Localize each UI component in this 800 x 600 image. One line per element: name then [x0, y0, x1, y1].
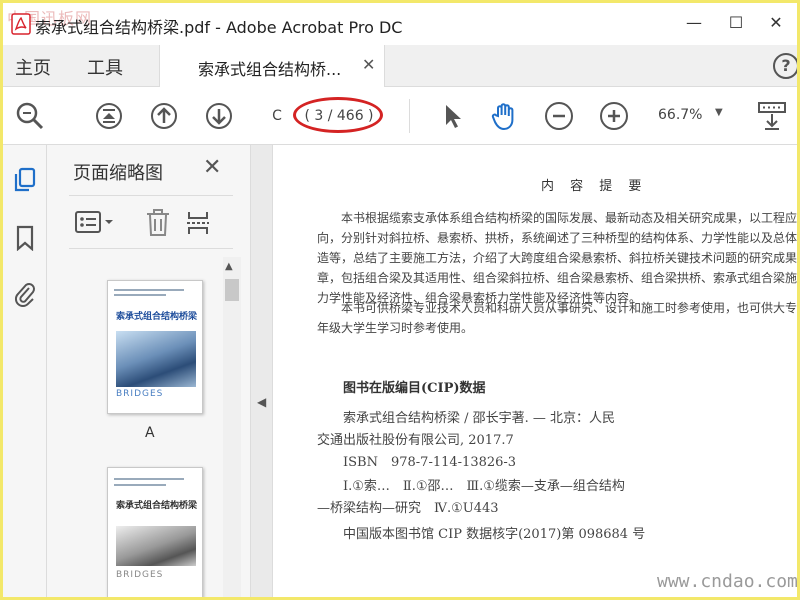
summary-line: 年级大学生学习时参考使用。 — [317, 321, 474, 335]
tab-home[interactable]: 主页 — [15, 54, 51, 80]
title-bar: 中国迅板网 索承式组合结构桥梁.pdf - Adobe Acrobat Pro … — [3, 3, 797, 45]
maximize-button[interactable]: ☐ — [721, 11, 751, 35]
thumbnail-scrollbar[interactable]: ▲ — [223, 257, 241, 597]
cip-line: 中国版本图书馆 CIP 数据核字(2017)第 098684 号 — [343, 527, 646, 542]
cover-title: 索承式组合结构桥梁 — [116, 312, 198, 322]
next-page-icon[interactable] — [204, 101, 234, 131]
panel-title: 页面缩略图 — [73, 163, 163, 184]
cip-line: —桥梁结构—研究 Ⅳ.①U443 — [317, 501, 499, 516]
scroll-up-arrow-icon[interactable]: ▲ — [225, 261, 233, 272]
summary-line: 向，分别针对斜拉桥、悬索桥、拱桥，系统阐述了三种桥型的结构体系、力学性能以及总体… — [317, 231, 797, 245]
window-title: 索承式组合结构桥梁.pdf - Adobe Acrobat Pro DC — [35, 18, 403, 37]
attachment-paperclip-icon[interactable] — [13, 281, 37, 307]
acrobat-app-icon — [11, 13, 31, 35]
collapse-arrow-icon[interactable]: ◀ — [257, 395, 266, 409]
document-tab-label: 索承式组合结构桥... — [198, 60, 342, 79]
close-window-button[interactable]: ✕ — [761, 11, 791, 35]
thumbnail-list: 索承式组合结构桥梁 BRIDGES A 索承式组合结构桥梁 BRIDGES — [47, 257, 223, 597]
zoom-dropdown-chevron-icon[interactable]: ▼ — [715, 107, 723, 118]
cip-line: 索承式组合结构桥梁 / 邵长宇著. — 北京：人民 — [343, 411, 616, 426]
delete-trash-icon[interactable] — [145, 208, 171, 242]
tab-document[interactable]: 索承式组合结构桥... ✕ — [159, 45, 385, 87]
cip-line: Ⅰ.①索… Ⅱ.①邵… Ⅲ.①缆索—支承—组合结构 — [343, 479, 625, 494]
page-thumbnails-icon[interactable] — [13, 167, 37, 193]
scroll-thumb[interactable] — [225, 279, 239, 301]
cover-text-line — [114, 289, 184, 291]
main-toolbar: C ( 3 / 466 ) 66.7% ▼ — [3, 87, 797, 145]
summary-line: 章，包括组合梁及其适用性、组合梁斜拉桥、组合梁悬索桥、组合梁拱桥、索承式组合梁施… — [317, 271, 797, 285]
thumbnails-panel: 页面缩略图 ✕ 索承式组合结构桥梁 BRIDGES A 索承式组合结构桥梁 BR… — [47, 145, 251, 597]
summary-line: 本书可供桥梁专业技术人员和科研人员从事研究、设计和施工时参考使用，也可供大专院校 — [317, 301, 797, 315]
insert-page-icon[interactable] — [185, 208, 213, 242]
previous-page-icon[interactable] — [149, 101, 179, 131]
toolbar-divider — [409, 99, 410, 133]
cover-bridge-photo — [116, 331, 196, 387]
thumbnails-toolbar — [69, 195, 233, 249]
bookmark-icon[interactable] — [13, 225, 37, 252]
zoom-search-icon[interactable] — [15, 101, 45, 131]
cover-title: 索承式组合结构桥梁 — [116, 501, 198, 511]
summary-line: 造等，总结了主要施工方法，介绍了大跨度组合梁悬索桥、斜拉桥关键技术问题的研究成果… — [317, 251, 797, 265]
tab-bar: 主页 工具 索承式组合结构桥... ✕ ? — [3, 45, 797, 87]
cip-heading: 图书在版编目(CIP)数据 — [343, 381, 486, 396]
cover-subtitle: BRIDGES — [116, 389, 164, 399]
cover-text-line — [114, 484, 166, 486]
navigation-rail — [3, 145, 47, 597]
document-view[interactable]: 内 容 提 要 本书根据缆索支承体系组合结构桥梁的国际发展、最新动态及相关研究成… — [273, 145, 797, 597]
panel-collapse-handle[interactable]: ◀ — [251, 145, 273, 597]
thumbnail-options-icon[interactable] — [75, 210, 115, 240]
zoom-in-icon[interactable] — [600, 102, 628, 130]
zoom-out-icon[interactable] — [545, 102, 573, 130]
page-thumbnail[interactable]: 索承式组合结构桥梁 BRIDGES — [107, 280, 203, 414]
cip-line: 交通出版社股份有限公司, 2017.7 — [317, 433, 514, 448]
hand-tool-icon[interactable] — [489, 101, 519, 131]
page-number-input[interactable]: C — [259, 103, 295, 129]
minimize-button[interactable]: — — [679, 11, 709, 35]
document-tab-close-button[interactable]: ✕ — [362, 55, 375, 74]
keyboard-scroll-icon[interactable] — [757, 101, 787, 131]
panel-close-button[interactable]: ✕ — [203, 155, 221, 180]
select-pointer-icon[interactable] — [437, 101, 467, 131]
cover-subtitle: BRIDGES — [116, 570, 164, 580]
cover-text-line — [114, 478, 184, 480]
app-window: 中国迅板网 索承式组合结构桥梁.pdf - Adobe Acrobat Pro … — [0, 0, 800, 600]
tab-tools[interactable]: 工具 — [87, 54, 123, 80]
highlight-annotation-circle — [293, 97, 383, 133]
cover-bridge-photo — [116, 526, 196, 566]
site-watermark: www.cndao.com — [657, 571, 797, 592]
zoom-level[interactable]: 66.7% — [658, 107, 702, 123]
page-heading: 内 容 提 要 — [541, 179, 648, 194]
summary-line: 本书根据缆索支承体系组合结构桥梁的国际发展、最新动态及相关研究成果，以工程应用 — [317, 211, 797, 225]
cip-line: ISBN 978-7-114-13826-3 — [343, 455, 517, 470]
help-button[interactable]: ? — [773, 53, 797, 79]
thumbnail-label: A — [145, 425, 155, 441]
first-page-icon[interactable] — [94, 101, 124, 131]
cover-text-line — [114, 294, 166, 296]
page-thumbnail[interactable]: 索承式组合结构桥梁 BRIDGES — [107, 467, 203, 597]
